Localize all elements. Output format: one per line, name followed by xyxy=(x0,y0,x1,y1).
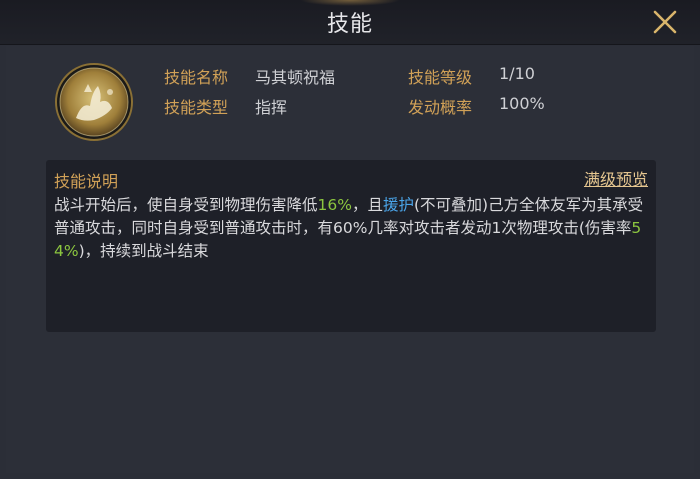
trigger-rate-label: 发动概率 xyxy=(408,98,473,117)
description-segment: 战斗开始后，使自身受到物理伤害降低 xyxy=(54,196,318,214)
trigger-rate-value: 100% xyxy=(499,94,545,113)
skill-name-label: 技能名称 xyxy=(164,68,229,87)
max-level-preview-link[interactable]: 满级预览 xyxy=(584,166,648,190)
description-title: 技能说明 xyxy=(54,172,119,191)
keyword-support-link[interactable]: 援护 xyxy=(383,196,414,214)
skill-type-label: 技能类型 xyxy=(164,98,229,117)
description-segment: )，持续到战斗结束 xyxy=(78,242,209,260)
damage-reduction-value: 16% xyxy=(317,196,352,214)
window-title: 技能 xyxy=(326,12,373,37)
description-segment: ，且 xyxy=(351,196,383,214)
skill-name-value: 马其顿祝福 xyxy=(255,68,336,87)
skill-level-value: 1/10 xyxy=(499,64,535,83)
skill-emblem-icon xyxy=(54,62,134,142)
title-bar: 技能 xyxy=(0,0,700,45)
skill-type-value: 指挥 xyxy=(255,98,288,117)
close-icon[interactable] xyxy=(650,7,680,37)
skill-level-label: 技能等级 xyxy=(408,68,473,87)
skill-description-box: 技能说明 满级预览 战斗开始后，使自身受到物理伤害降低16%，且援护(不可叠加)… xyxy=(46,160,656,332)
description-text: 战斗开始后，使自身受到物理伤害降低16%，且援护(不可叠加)己方全体友军为其承受… xyxy=(54,194,650,263)
